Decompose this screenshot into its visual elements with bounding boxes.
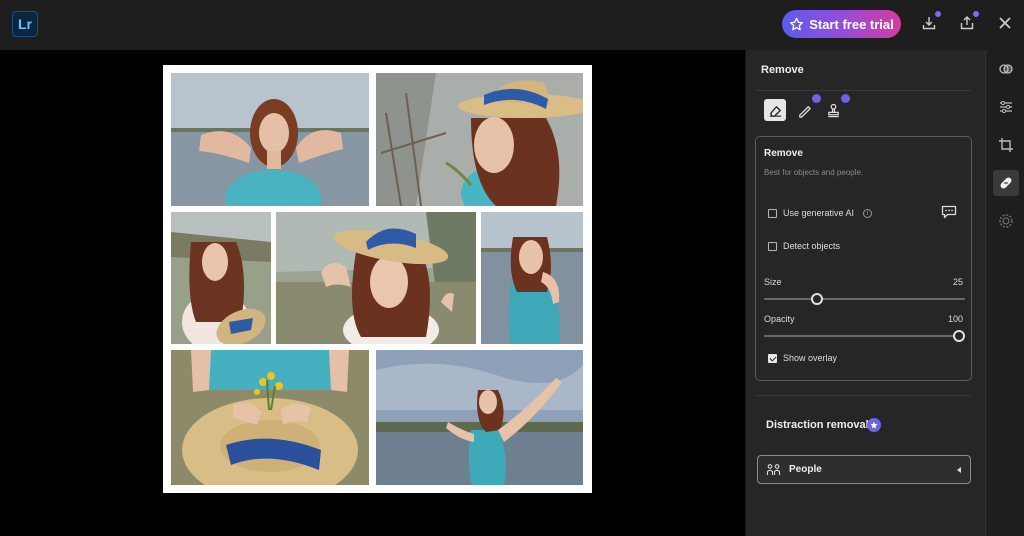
presets-button[interactable] (993, 56, 1019, 82)
detect-objects-option[interactable]: Detect objects (768, 241, 840, 251)
close-icon (999, 17, 1011, 29)
panel-divider (756, 90, 971, 91)
heal-tool-button[interactable] (793, 94, 821, 121)
detect-objects-checkbox[interactable] (768, 241, 777, 251)
crop-icon (999, 138, 1013, 152)
heal-brush-icon (798, 105, 811, 118)
tool-rail (985, 50, 1024, 536)
share-badge (972, 10, 980, 18)
collage-photo-6[interactable] (171, 350, 369, 485)
show-overlay-checkbox[interactable] (768, 353, 777, 363)
photo-collage[interactable] (163, 65, 592, 493)
clone-stamp-icon (827, 103, 839, 117)
heal-tool-badge (812, 94, 821, 103)
use-generative-ai-option[interactable]: Use generative AI i (768, 208, 873, 218)
remove-options-card: Remove Best for objects and people. Use … (755, 136, 972, 381)
opacity-slider[interactable] (764, 330, 965, 342)
show-overlay-option[interactable]: Show overlay (768, 353, 837, 363)
remove-tool-button[interactable] (764, 99, 786, 121)
close-button[interactable] (994, 12, 1016, 34)
premium-star-icon (867, 418, 881, 432)
collage-photo-1[interactable] (171, 73, 369, 206)
masking-icon (999, 214, 1013, 228)
adjust-button[interactable] (993, 94, 1019, 120)
card-title: Remove (764, 148, 803, 159)
section-divider (756, 395, 971, 396)
crop-button[interactable] (993, 132, 1019, 158)
adjust-sliders-icon (1000, 100, 1012, 114)
feedback-chat-icon[interactable] (941, 205, 957, 219)
collage-photo-4[interactable] (276, 212, 476, 344)
start-free-trial-button[interactable]: Start free trial (782, 10, 901, 38)
size-slider[interactable] (764, 293, 965, 305)
collage-photo-7[interactable] (376, 350, 583, 485)
people-label: People (789, 464, 822, 475)
opacity-label: Opacity (764, 314, 795, 324)
collage-photo-2[interactable] (376, 73, 583, 206)
distraction-removal-title: Distraction removal (766, 419, 869, 431)
share-button[interactable] (956, 10, 980, 34)
trial-label: Start free trial (809, 16, 894, 32)
size-slider-thumb[interactable] (811, 293, 823, 305)
detect-objects-label: Detect objects (783, 241, 841, 251)
clone-tool-badge (841, 94, 850, 103)
heal-button[interactable] (993, 170, 1019, 196)
photo-canvas[interactable] (0, 50, 745, 536)
panel-title: Remove (761, 64, 804, 76)
export-badge (934, 10, 942, 18)
chevron-left-icon (957, 467, 961, 473)
export-button[interactable] (918, 10, 942, 34)
share-icon (960, 16, 974, 30)
people-removal-button[interactable]: People (757, 455, 971, 484)
use-generative-ai-checkbox[interactable] (768, 208, 777, 218)
clone-tool-button[interactable] (822, 94, 850, 121)
collage-photo-5[interactable] (481, 212, 583, 344)
size-value: 25 (952, 277, 963, 287)
masking-button[interactable] (993, 208, 1019, 234)
export-icon (922, 17, 936, 30)
top-bar: Lr Start free trial (0, 0, 1024, 50)
card-description: Best for objects and people. (764, 168, 864, 177)
people-icon (766, 464, 781, 475)
show-overlay-label: Show overlay (783, 353, 838, 363)
opacity-slider-thumb[interactable] (953, 330, 965, 342)
size-label: Size (764, 277, 782, 287)
use-generative-ai-label: Use generative AI (783, 208, 855, 218)
edit-panel: Remove Remove Best for objects and peopl… (745, 50, 985, 536)
presets-icon (999, 64, 1013, 74)
heal-icon (1000, 177, 1012, 189)
opacity-value: 100 (947, 314, 963, 324)
lightroom-logo[interactable]: Lr (12, 11, 38, 37)
info-icon[interactable]: i (863, 208, 873, 218)
collage-photo-3[interactable] (171, 212, 271, 344)
eraser-icon (769, 105, 781, 117)
star-icon (790, 17, 804, 30)
